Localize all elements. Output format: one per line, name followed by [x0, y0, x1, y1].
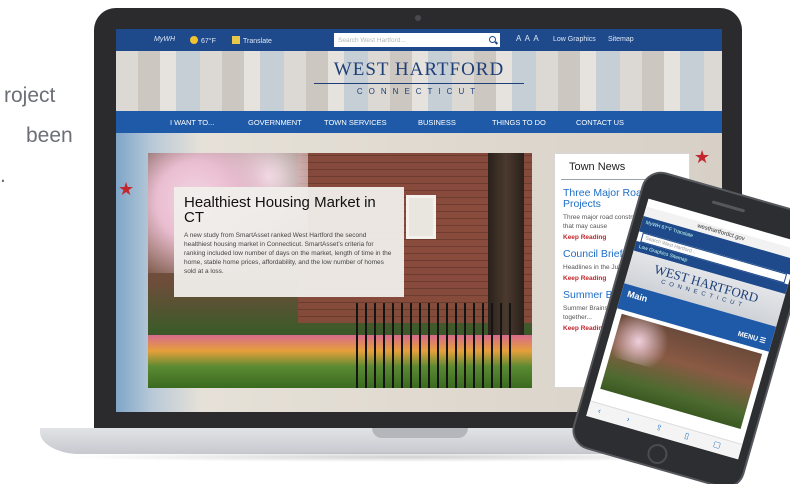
weather-temp: 67°F: [201, 38, 216, 45]
webcam-icon: [415, 15, 421, 21]
sitemap-link[interactable]: Sitemap: [608, 36, 634, 43]
logo-subtitle: CONNECTICUT: [356, 87, 482, 96]
hero-body: A new study from SmartAsset ranked West …: [184, 232, 392, 275]
weather-widget: 67°F: [190, 36, 216, 45]
nav-business[interactable]: BUSINESS: [418, 118, 456, 127]
nav-contact-us[interactable]: CONTACT US: [576, 118, 624, 127]
side-copy: roject been .: [0, 76, 73, 196]
side-line-1: roject: [4, 84, 56, 107]
star-icon: ★: [118, 179, 135, 199]
search-box: [334, 33, 500, 47]
translate-link[interactable]: Translate: [232, 36, 272, 45]
side-line-2: been: [26, 124, 73, 147]
tabs-icon[interactable]: ▢: [712, 439, 722, 450]
stage: roject been . MyWH 67°F Translate A A A …: [0, 0, 790, 484]
utility-bar: MyWH 67°F Translate A A A Low Graphics S…: [116, 29, 722, 51]
logo-title: WEST HARTFORD: [333, 59, 505, 80]
phone-main-label: Main: [626, 288, 649, 304]
logo-divider: [314, 83, 524, 84]
search-input[interactable]: [334, 33, 480, 47]
nav-town-services[interactable]: TOWN SERVICES: [324, 118, 387, 127]
hero-caption[interactable]: Healthiest Housing Market in CT A new st…: [174, 187, 404, 297]
translate-label: Translate: [243, 38, 272, 45]
hero-title: Healthiest Housing Market in CT: [184, 194, 376, 226]
laptop-notch: [372, 428, 468, 438]
sun-icon: [190, 36, 198, 44]
main-nav: I WANT TO... GOVERNMENT TOWN SERVICES BU…: [116, 111, 722, 133]
translate-icon: [232, 36, 240, 44]
nav-things-to-do[interactable]: THINGS TO DO: [492, 118, 546, 127]
side-line-3: .: [0, 164, 6, 187]
low-graphics-link[interactable]: Low Graphics: [553, 36, 596, 43]
share-icon[interactable]: ⇧: [655, 423, 664, 433]
hero-window: [406, 195, 436, 239]
search-icon[interactable]: [489, 36, 496, 43]
nav-government[interactable]: GOVERNMENT: [248, 118, 302, 127]
phone-menu-button[interactable]: MENU ☰: [737, 330, 767, 346]
text-size-control[interactable]: A A A: [516, 34, 540, 43]
mywh-link[interactable]: MyWH: [154, 36, 175, 43]
site-logo[interactable]: WEST HARTFORD CONNECTICUT: [306, 59, 532, 96]
site-banner: WEST HARTFORD CONNECTICUT: [116, 51, 722, 111]
back-icon[interactable]: ‹: [597, 406, 602, 415]
nav-i-want-to[interactable]: I WANT TO...: [170, 118, 214, 127]
bookmarks-icon[interactable]: ▯: [683, 431, 690, 441]
star-icon: ★: [694, 147, 711, 167]
forward-icon[interactable]: ›: [626, 414, 631, 423]
hero-fence: [356, 303, 516, 388]
